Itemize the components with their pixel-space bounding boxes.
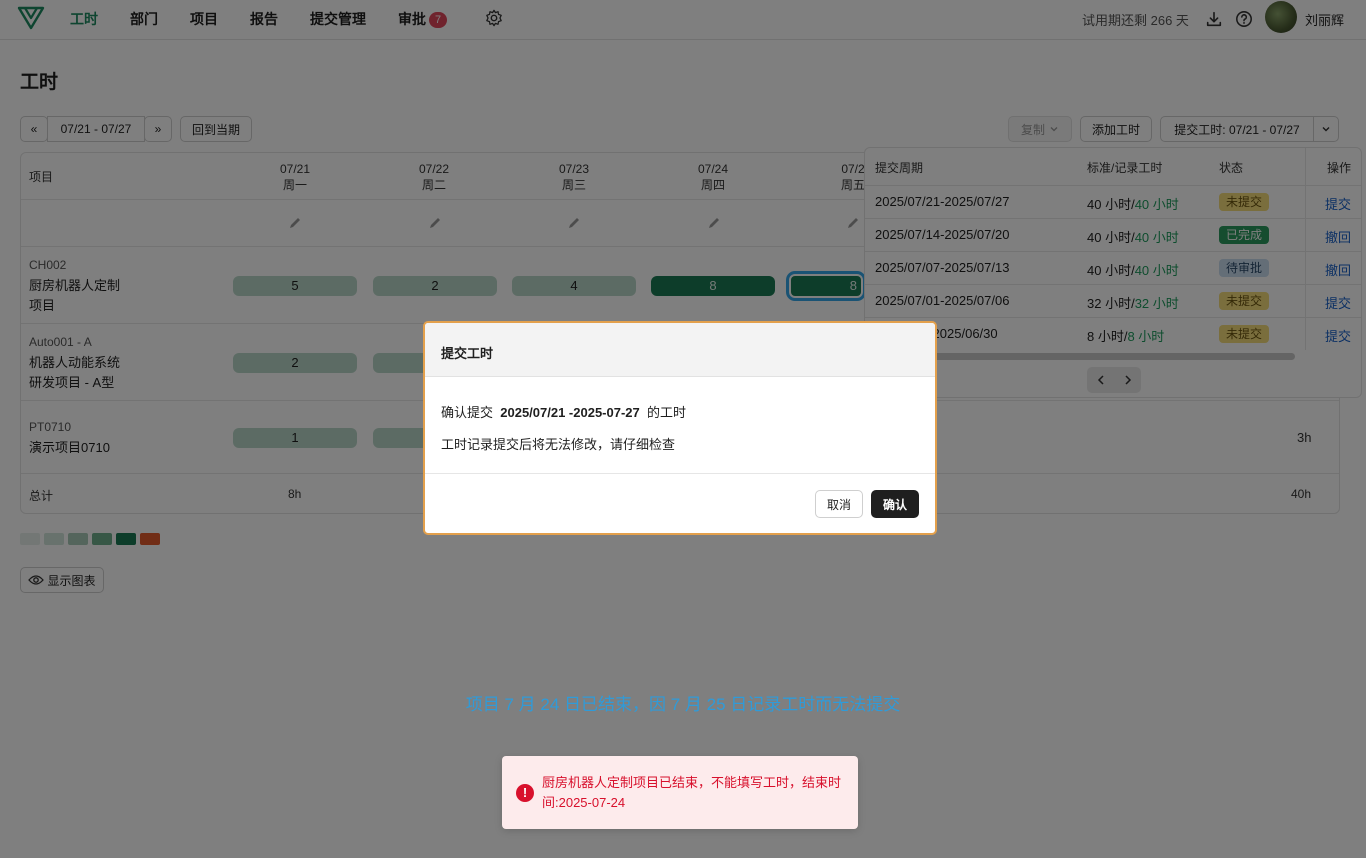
- confirm-date-range: 2025/07/21 -2025-07-27: [500, 405, 640, 420]
- error-toast: ! 厨房机器人定制项目已结束，不能填写工时，结束时间:2025-07-24: [502, 756, 858, 829]
- dialog-footer-divider: [425, 473, 935, 474]
- dialog-title: 提交工时: [441, 346, 494, 361]
- error-message: 厨房机器人定制项目已结束，不能填写工时，结束时间:2025-07-24: [542, 775, 842, 810]
- error-icon: !: [516, 784, 534, 802]
- confirm-prefix: 确认提交: [441, 405, 494, 420]
- project-ended-hint: 项目 7 月 24 日已结束，因 7 月 25 日记录工时而无法提交: [465, 695, 901, 714]
- dialog-header: [425, 323, 935, 377]
- confirm-button[interactable]: 确认: [871, 490, 919, 518]
- dialog-confirm-text: 确认提交 2025/07/21 -2025-07-27 的工时: [441, 402, 686, 421]
- submit-hours-dialog: 提交工时 确认提交 2025/07/21 -2025-07-27 的工时 工时记…: [423, 321, 937, 535]
- cancel-button[interactable]: 取消: [815, 490, 863, 518]
- confirm-suffix: 的工时: [647, 405, 687, 420]
- dialog-warning-text: 工时记录提交后将无法修改，请仔细检查: [441, 437, 676, 452]
